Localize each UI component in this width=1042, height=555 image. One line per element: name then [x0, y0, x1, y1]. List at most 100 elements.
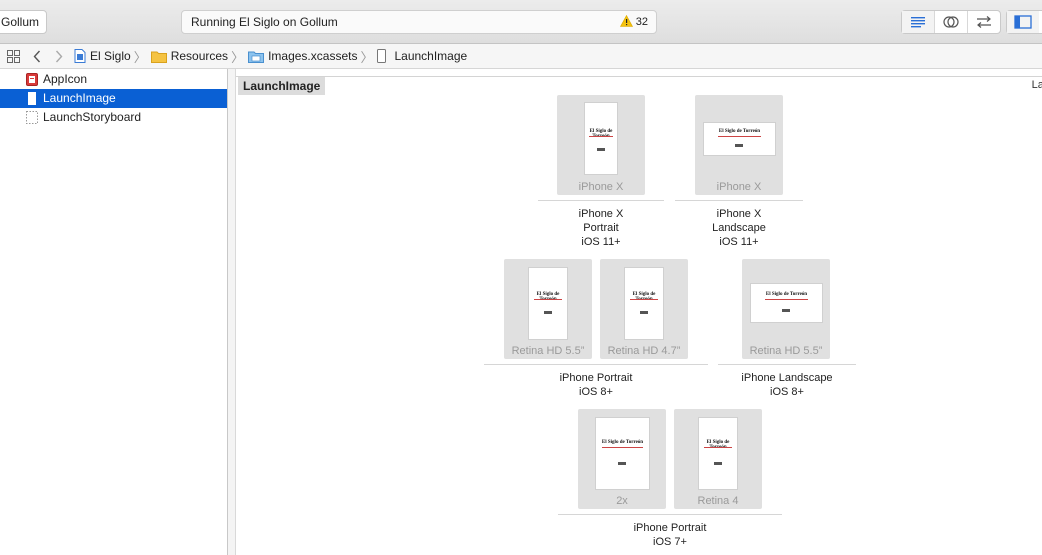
image-slot[interactable]: El Siglo de Torreón iPhone X — [695, 95, 783, 195]
thumbnail-title: El Siglo de Torreón — [536, 292, 560, 302]
asset-item-appicon[interactable]: AppIcon — [0, 70, 227, 89]
thumbnail-rule — [630, 299, 658, 300]
image-slot[interactable]: El Siglo de Torreón Retina HD 4.7” — [600, 259, 688, 359]
panel-toggle-control — [1006, 10, 1042, 34]
breadcrumb-separator: 〉 — [231, 49, 245, 65]
xcode-project-icon — [74, 49, 86, 63]
group-divider — [718, 364, 856, 365]
appicon-icon — [26, 73, 38, 86]
thumbnail-title: El Siglo de Torreón — [589, 129, 613, 139]
group-label-line: iOS 8+ — [579, 386, 613, 398]
version-editor-button[interactable] — [968, 11, 1000, 33]
breadcrumb-label: Images.xcassets — [268, 49, 358, 63]
thumbnail-title: El Siglo de Torreón — [718, 129, 761, 134]
launch-image-icon — [377, 49, 387, 63]
assistant-editor-icon — [943, 16, 959, 28]
group-label-line: iOS 7+ — [653, 536, 687, 548]
asset-item-label: AppIcon — [43, 72, 88, 86]
launchimage-icon — [28, 92, 36, 105]
thumbnail-mark — [782, 309, 790, 312]
image-slot[interactable]: El Siglo de Torreón Retina HD 5.5” — [504, 259, 592, 359]
group-label-line: iPhone X — [716, 208, 762, 220]
asset-list-sidebar: AppIcon LaunchImage LaunchStoryboard — [0, 69, 228, 555]
forward-button[interactable] — [54, 50, 64, 63]
activity-viewer[interactable]: Running El Siglo on Gollum 32 — [181, 10, 657, 34]
thumbnail-title: El Siglo de Torreón — [601, 440, 644, 445]
chevron-right-icon — [55, 50, 63, 62]
slot-caption: iPhone X — [716, 181, 762, 193]
breadcrumb-separator: 〉 — [133, 49, 147, 65]
image-slot[interactable]: El Siglo de Torreón 2x — [578, 409, 666, 509]
launch-image-thumbnail: El Siglo de Torreón — [703, 122, 776, 156]
breadcrumb-image-set[interactable]: LaunchImage — [377, 49, 467, 63]
launch-image-thumbnail: El Siglo de Torreón — [750, 283, 823, 323]
group-label-line: iPhone X — [578, 208, 624, 220]
group-label-line: iPhone Portrait — [633, 522, 707, 534]
warning-count: 32 — [635, 16, 648, 28]
image-set-name: LaunchImage — [238, 77, 326, 95]
group-divider — [538, 200, 664, 201]
slot-caption: Retina HD 5.5” — [511, 345, 585, 357]
chevron-left-icon — [33, 50, 41, 62]
group-label: iPhone X Landscape iOS 11+ — [675, 207, 803, 249]
standard-editor-button[interactable] — [902, 11, 935, 33]
scheme-destination-label: Gollum — [1, 15, 40, 29]
related-items-button[interactable] — [6, 49, 20, 63]
thumbnail-title: El Siglo de Torreón — [765, 292, 808, 297]
slot-caption: Retina HD 5.5” — [749, 345, 823, 357]
thumbnail-rule — [718, 136, 761, 137]
asset-item-label: LaunchImage — [43, 91, 116, 105]
launch-image-thumbnail: El Siglo de Torreón — [624, 267, 664, 340]
group-label-line: iOS 8+ — [770, 386, 804, 398]
back-button[interactable] — [32, 50, 42, 63]
group-divider — [675, 200, 803, 201]
group-divider — [484, 364, 708, 365]
breadcrumb-asset-catalog[interactable]: Images.xcassets — [248, 49, 357, 63]
group-label-line: iPhone Portrait — [559, 372, 633, 384]
editor-mode-segmented-control — [901, 10, 1001, 34]
group-divider — [558, 514, 782, 515]
folder-icon — [150, 51, 167, 63]
warning-indicator[interactable]: 32 — [619, 11, 648, 33]
asset-editor: LaunchImage Lau El Siglo de Torreón iPho… — [236, 69, 1042, 555]
breadcrumb-label: LaunchImage — [394, 49, 468, 63]
jump-bar: El Siglo 〉 Resources 〉 Images.xcassets 〉… — [0, 44, 1042, 69]
launch-image-thumbnail: El Siglo de Torreón — [698, 417, 738, 490]
group-label: iPhone Portrait iOS 8+ — [484, 371, 708, 399]
asset-catalog-icon — [248, 51, 265, 63]
thumbnail-rule — [704, 447, 732, 448]
navigator-toggle-button[interactable] — [1007, 11, 1039, 33]
group-label: iPhone X Portrait iOS 11+ — [538, 207, 664, 249]
attributes-label-clipped: Lau — [1031, 79, 1042, 91]
thumbnail-rule — [534, 299, 562, 300]
activity-status-text: Running El Siglo on Gollum — [191, 15, 338, 29]
group-label-line: iOS 11+ — [719, 236, 759, 248]
breadcrumb-folder[interactable]: Resources — [150, 49, 229, 63]
group-label: iPhone Portrait iOS 7+ — [558, 521, 782, 549]
asset-item-launchimage[interactable]: LaunchImage — [0, 89, 227, 108]
group-label-line: iPhone Landscape — [741, 372, 833, 384]
thumbnail-mark — [544, 311, 552, 314]
asset-item-label: LaunchStoryboard — [43, 110, 142, 124]
scheme-destination-button[interactable]: Gollum — [0, 10, 48, 34]
warning-triangle-icon — [619, 15, 633, 27]
image-slot[interactable]: El Siglo de Torreón iPhone X — [557, 95, 645, 195]
thumbnail-title: El Siglo de Torreón — [706, 440, 730, 450]
thumbnail-title: El Siglo de Torreón — [632, 292, 656, 302]
assistant-editor-button[interactable] — [935, 11, 968, 33]
breadcrumb-project[interactable]: El Siglo — [74, 49, 131, 63]
thumbnail-rule — [602, 447, 643, 448]
breadcrumb-separator: 〉 — [360, 49, 374, 65]
grid-icon — [6, 49, 20, 63]
launch-image-thumbnail: El Siglo de Torreón — [595, 417, 650, 490]
asset-item-launchstoryboard[interactable]: LaunchStoryboard — [0, 108, 227, 127]
standard-editor-icon — [911, 17, 925, 28]
group-label-line: Landscape — [712, 222, 766, 234]
sidebar-divider[interactable] — [228, 69, 236, 555]
breadcrumb-label: Resources — [170, 49, 229, 63]
group-label: iPhone Landscape iOS 8+ — [718, 371, 856, 399]
breadcrumb-label: El Siglo — [90, 49, 131, 63]
image-slot[interactable]: El Siglo de Torreón Retina HD 5.5” — [742, 259, 830, 359]
slot-caption: iPhone X — [578, 181, 624, 193]
image-slot[interactable]: El Siglo de Torreón Retina 4 — [674, 409, 762, 509]
